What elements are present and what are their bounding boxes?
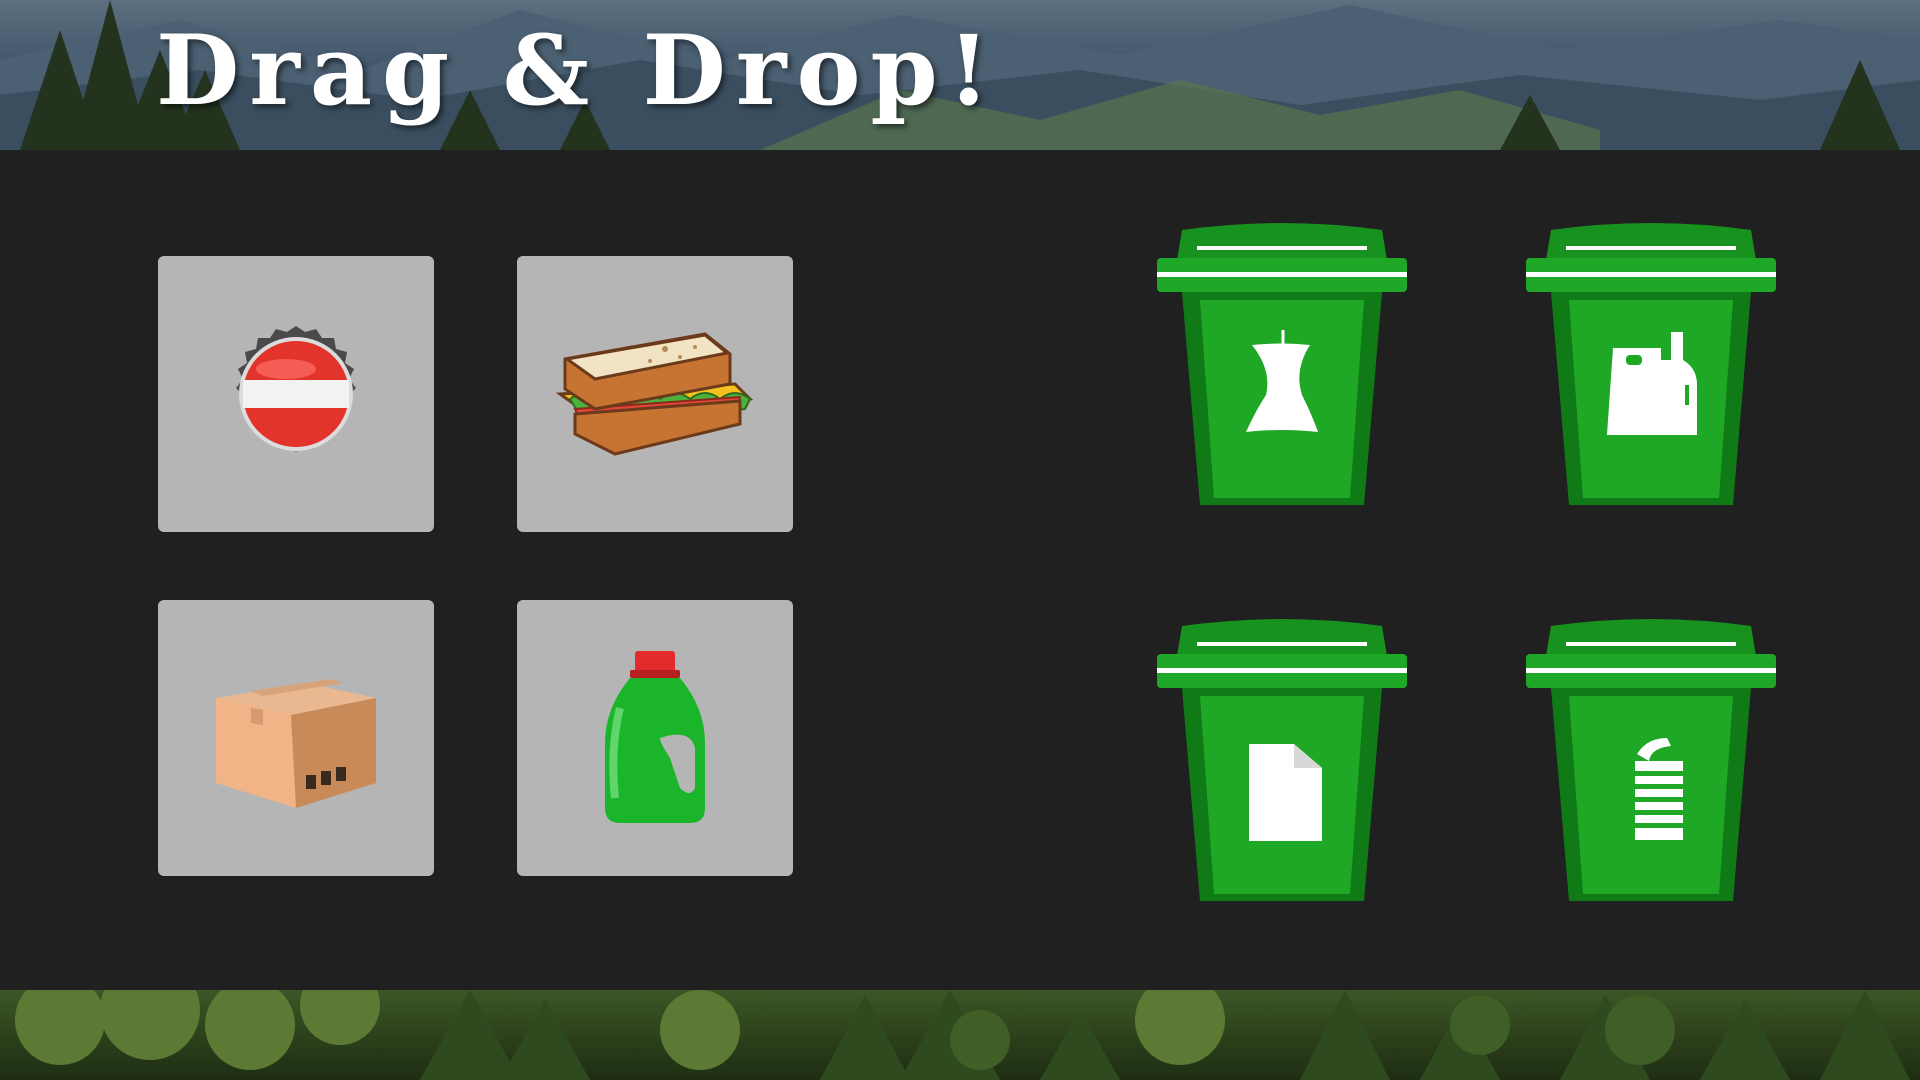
bin-metal[interactable] xyxy=(1521,616,1781,908)
tin-can-icon xyxy=(1635,738,1683,840)
bottle-cap-icon xyxy=(236,326,356,452)
game-panel xyxy=(0,150,1920,990)
plastic-jug-icon xyxy=(605,651,705,823)
item-cardboard-box[interactable] xyxy=(158,600,434,876)
sandwich-icon xyxy=(555,332,754,456)
apple-core-icon xyxy=(1246,330,1318,432)
item-plastic-jug[interactable] xyxy=(517,600,793,876)
item-sandwich[interactable] xyxy=(517,256,793,532)
page-title: Drag & Drop! xyxy=(156,14,1000,127)
cardboard-box-icon xyxy=(216,679,376,808)
forest-background-bottom xyxy=(0,990,1920,1080)
item-bottle-cap[interactable] xyxy=(158,256,434,532)
bin-paper[interactable] xyxy=(1152,616,1412,908)
bin-organic[interactable] xyxy=(1152,220,1412,512)
paper-sheet-icon xyxy=(1249,744,1322,841)
bag-and-bottle-icon xyxy=(1607,332,1697,435)
bin-plastic[interactable] xyxy=(1521,220,1781,512)
